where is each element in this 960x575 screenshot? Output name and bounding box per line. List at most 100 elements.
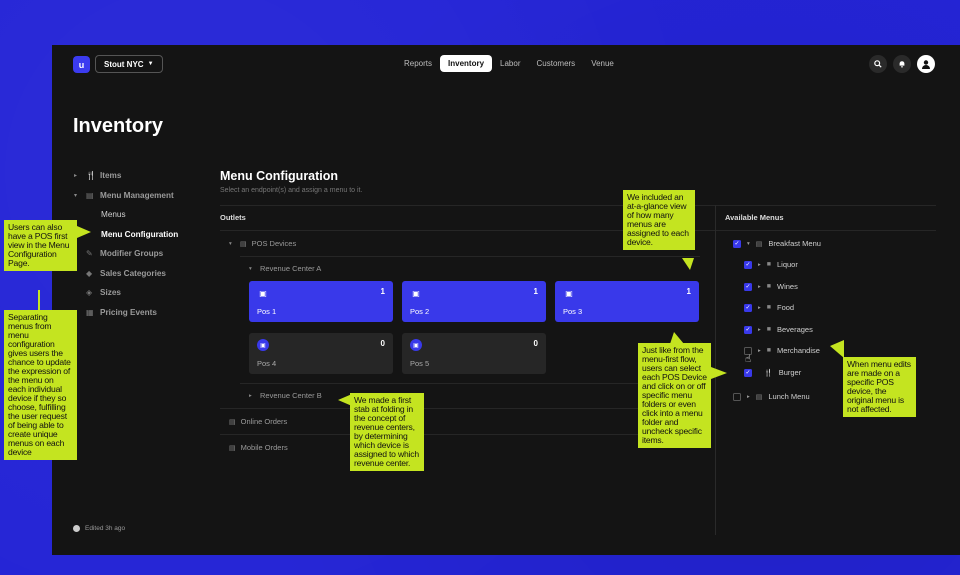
- menu-label: Burger: [778, 368, 802, 377]
- tab-customers[interactable]: Customers: [529, 55, 584, 72]
- search-button[interactable]: [869, 55, 887, 73]
- folder-icon: ■: [766, 261, 771, 268]
- sidebar-item-sizes[interactable]: ◈ Sizes: [74, 283, 194, 303]
- device-card-pos-5[interactable]: ▣ 0 Pos 5: [402, 333, 546, 374]
- note-arrow: [670, 332, 684, 344]
- sidebar-item-pricing-events[interactable]: ▦ Pricing Events: [74, 303, 194, 323]
- chevron-right-icon: ▸: [758, 261, 761, 268]
- editor-avatar: [73, 525, 80, 532]
- search-icon: [874, 60, 882, 68]
- sidebar-item-modifier-groups[interactable]: ✎ Modifier Groups: [74, 244, 194, 264]
- checkbox-checked[interactable]: ✓: [744, 282, 752, 291]
- sidebar-item-menu-management[interactable]: ▾ ▤ Menu Management: [74, 186, 194, 206]
- menu-row-liquor[interactable]: ✓ ▸ ■ Liquor: [744, 260, 798, 269]
- divider: [220, 205, 936, 206]
- checkbox-unchecked[interactable]: [733, 392, 741, 401]
- menu-count: 0: [533, 339, 538, 348]
- tree-label: Revenue Center A: [260, 264, 322, 273]
- venue-select[interactable]: Stout NYC ▼: [95, 55, 163, 73]
- folder-icon: ■: [766, 304, 771, 311]
- sidebar-item-items[interactable]: ▸ 🍴 Items: [74, 166, 194, 186]
- online-orders-icon: ▤: [229, 418, 236, 426]
- chevron-right-icon: ▸: [74, 173, 78, 180]
- brand-logo[interactable]: u: [73, 56, 90, 73]
- tag-icon: ◆: [86, 268, 93, 278]
- chevron-down-icon: ▾: [229, 240, 232, 247]
- checkbox-checked[interactable]: ✓: [733, 239, 741, 248]
- sidebar-item-sales-categories[interactable]: ◆ Sales Categories: [74, 264, 194, 284]
- mobile-orders-icon: ▤: [229, 444, 236, 452]
- fork-knife-icon: 🍴: [86, 171, 96, 181]
- menu-row-lunch[interactable]: ▸ ▤ Lunch Menu: [733, 392, 810, 401]
- menu-label: Lunch Menu: [768, 392, 810, 401]
- section-title: Menu Configuration: [220, 169, 339, 183]
- section-subtitle: Select an endpoint(s) and assign a menu …: [220, 187, 363, 194]
- tab-reports[interactable]: Reports: [396, 55, 440, 72]
- divider: [240, 383, 700, 384]
- tree-label: POS Devices: [251, 239, 297, 248]
- menu-row-beverages[interactable]: ✓ ▸ ■ Beverages: [744, 325, 813, 334]
- device-card-pos-1[interactable]: ▣ 1 Pos 1: [249, 281, 393, 322]
- note-folding: We made a first stab at folding in the c…: [350, 393, 424, 472]
- tree-mobile-orders[interactable]: ▤ Mobile Orders: [229, 443, 288, 452]
- divider: [220, 230, 936, 231]
- sidebar-item-menus[interactable]: Menus: [74, 205, 194, 225]
- sidebar-item-label: Sizes: [100, 288, 121, 298]
- pos-device-icon: ▣: [565, 288, 573, 298]
- pos-device-icon: ▣: [412, 288, 420, 298]
- venue-label: Stout NYC: [104, 59, 144, 69]
- tree-pos-devices[interactable]: ▾ ▤ POS Devices: [229, 239, 296, 248]
- menu-row-merchandise[interactable]: ▸ ■ Merchandise: [744, 346, 820, 355]
- sidebar-item-label: Sales Categories: [100, 268, 166, 278]
- tab-inventory[interactable]: Inventory: [440, 55, 493, 72]
- checkbox-checked[interactable]: ✓: [744, 260, 752, 269]
- edited-status: Edited 3h ago: [73, 525, 125, 532]
- device-card-pos-4[interactable]: ▣ 0 Pos 4: [249, 333, 393, 374]
- note-arrow: [711, 367, 727, 379]
- chevron-right-icon: ▸: [758, 347, 761, 354]
- menu-row-wines[interactable]: ✓ ▸ ■ Wines: [744, 282, 798, 291]
- menu-row-burger[interactable]: ✓ 🍴 Burger: [744, 368, 801, 377]
- folder-icon: ■: [766, 347, 771, 354]
- note-at-a-glance: We included an at-a-glance view of how m…: [623, 190, 695, 251]
- menu-label: Wines: [777, 282, 798, 291]
- size-icon: ◈: [86, 288, 93, 298]
- note-arrow: [830, 340, 844, 358]
- chevron-down-icon: ▾: [747, 240, 750, 247]
- fork-knife-icon: 🍴: [764, 369, 773, 377]
- menu-row-food[interactable]: ✓ ▸ ■ Food: [744, 303, 794, 312]
- tree-online-orders[interactable]: ▤ Online Orders: [229, 417, 287, 426]
- tree-revenue-center-b[interactable]: ▸ Revenue Center B: [249, 391, 322, 400]
- folder-icon: ■: [766, 326, 771, 333]
- device-name: Pos 3: [563, 307, 583, 316]
- checkbox-checked[interactable]: ✓: [744, 368, 752, 377]
- device-card-pos-3[interactable]: ▣ 1 Pos 3: [555, 281, 699, 322]
- menu-book-icon: ▤: [755, 240, 763, 248]
- tree-label: Revenue Center B: [260, 391, 322, 400]
- divider: [240, 256, 700, 257]
- device-card-pos-2[interactable]: ▣ 1 Pos 2: [402, 281, 546, 322]
- tree-label: Mobile Orders: [240, 443, 288, 452]
- device-name: Pos 4: [257, 359, 277, 368]
- tab-venue[interactable]: Venue: [583, 55, 622, 72]
- menu-row-breakfast[interactable]: ✓ ▾ ▤ Breakfast Menu: [733, 239, 821, 248]
- tab-labor[interactable]: Labor: [492, 55, 528, 72]
- available-menus-header: Available Menus: [725, 213, 784, 222]
- user-avatar[interactable]: [917, 55, 935, 73]
- tree-revenue-center-a[interactable]: ▾ Revenue Center A: [249, 264, 321, 273]
- notifications-button[interactable]: [893, 55, 911, 73]
- chevron-right-icon: ▸: [758, 304, 761, 311]
- modifier-icon: ✎: [86, 249, 93, 259]
- menu-book-icon: ▤: [86, 190, 94, 200]
- pos-device-icon: ▣: [257, 339, 269, 351]
- divider: [220, 434, 700, 435]
- checkbox-checked[interactable]: ✓: [744, 303, 752, 312]
- note-connector: [38, 290, 40, 310]
- menu-label: Liquor: [777, 260, 798, 269]
- chevron-right-icon: ▸: [747, 393, 750, 400]
- device-name: Pos 2: [410, 307, 430, 316]
- edited-label: Edited 3h ago: [85, 525, 126, 532]
- checkbox-checked[interactable]: ✓: [744, 325, 752, 334]
- pointer-cursor-icon: ☝: [745, 354, 752, 365]
- sidebar-item-menu-configuration[interactable]: Menu Configuration: [74, 225, 194, 245]
